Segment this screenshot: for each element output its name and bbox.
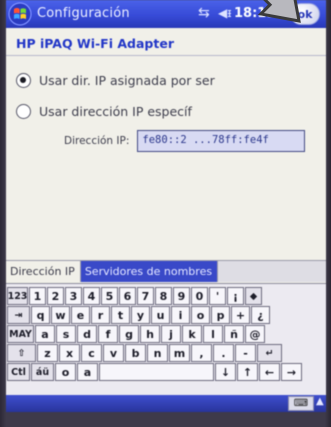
key[interactable]: 1: [29, 287, 46, 305]
key[interactable]: t: [111, 306, 130, 324]
key[interactable]: o: [191, 306, 210, 324]
key[interactable]: @: [245, 325, 265, 343]
key[interactable]: ¿: [251, 306, 270, 324]
up-arrow-key[interactable]: ↑: [237, 363, 258, 381]
key[interactable]: u: [151, 306, 170, 324]
shift-key[interactable]: ⇧: [7, 344, 36, 362]
key[interactable]: z: [37, 344, 58, 362]
ip-address-row: Dirección IP: fe80::2 ...78ff:fe4f: [64, 130, 306, 152]
pocket-pc-screen: Configuración ⇆ ◀ᵻ 18:13 ok HP iPAQ Wi-F…: [6, 0, 326, 412]
ip-address-label: Dirección IP:: [64, 135, 130, 147]
key[interactable]: i: [171, 306, 190, 324]
keyboard-row: 123 1 2 3 4 5 6 7 8 9 0 ' ¡ ◆: [6, 287, 326, 305]
key[interactable]: p: [211, 306, 230, 324]
key[interactable]: r: [91, 306, 110, 324]
radio-option-auto-ip[interactable]: Usar dir. IP asignada por ser: [16, 70, 215, 90]
key[interactable]: o: [55, 363, 76, 381]
keyboard-row: ⇧ z x c v b n m,. - ↵: [6, 344, 326, 362]
key[interactable]: a: [77, 363, 98, 381]
key[interactable]: +: [231, 306, 250, 324]
key[interactable]: 9: [173, 287, 190, 305]
soft-keyboard: 123 1 2 3 4 5 6 7 8 9 0 ' ¡ ◆ ⇥ q w e r t y u i o p + ¿ MAY a s d f g h…: [6, 283, 326, 395]
key[interactable]: j: [161, 325, 181, 343]
key[interactable]: h: [140, 325, 160, 343]
key[interactable]: d: [77, 325, 97, 343]
tab-ip-address[interactable]: Dirección IP: [6, 261, 81, 282]
clock[interactable]: 18:13: [234, 6, 275, 21]
key[interactable]: l: [203, 325, 223, 343]
key[interactable]: v: [103, 344, 124, 362]
page-title: HP iPAQ Wi-Fi Adapter: [6, 36, 326, 56]
backspace-key[interactable]: ◆: [245, 287, 262, 305]
tab-name-servers[interactable]: Servidores de nombres: [80, 261, 219, 282]
key[interactable]: a: [35, 325, 55, 343]
right-arrow-key[interactable]: →: [281, 363, 302, 381]
key[interactable]: 3: [65, 287, 82, 305]
key[interactable]: 0: [191, 287, 208, 305]
key[interactable]: ñ: [224, 325, 244, 343]
title-bar: Configuración ⇆ ◀ᵻ 18:13 ok: [6, 0, 326, 28]
down-arrow-key[interactable]: ↓: [215, 363, 236, 381]
key[interactable]: 4: [83, 287, 100, 305]
ip-address-field[interactable]: fe80::2 ...78ff:fe4f: [137, 130, 306, 152]
numeric-key[interactable]: 123: [7, 287, 28, 305]
network-icon[interactable]: ⇆: [198, 5, 210, 21]
ctrl-key[interactable]: Ctl: [7, 363, 30, 381]
key[interactable]: m: [169, 344, 190, 362]
key[interactable]: k: [182, 325, 202, 343]
tab-strip: Dirección IP Servidores de nombres: [6, 260, 326, 282]
key[interactable]: g: [119, 325, 139, 343]
key[interactable]: e: [71, 306, 90, 324]
keyboard-row: Ctl áü o a ↓ ↑ ← →: [6, 363, 326, 381]
key[interactable]: w: [51, 306, 70, 324]
key[interactable]: .: [213, 344, 234, 362]
left-arrow-key[interactable]: ←: [259, 363, 280, 381]
key[interactable]: 5: [101, 287, 118, 305]
keyboard-row: MAY a s d f g h j k l ñ @: [6, 325, 326, 343]
key[interactable]: x: [59, 344, 80, 362]
key[interactable]: q: [31, 306, 50, 324]
key[interactable]: n: [147, 344, 168, 362]
key[interactable]: 6: [119, 287, 136, 305]
device-frame: Configuración ⇆ ◀ᵻ 18:13 ok HP iPAQ Wi-F…: [0, 0, 331, 427]
key[interactable]: ,: [191, 344, 212, 362]
key[interactable]: s: [56, 325, 76, 343]
radio-label-auto-ip: Usar dir. IP asignada por ser: [39, 72, 215, 88]
keyboard-row: ⇥ q w e r t y u i o p + ¿: [6, 306, 326, 324]
key[interactable]: 7: [137, 287, 154, 305]
app-title: Configuración: [37, 6, 130, 21]
windows-flag-icon[interactable]: [8, 2, 32, 26]
key[interactable]: f: [98, 325, 118, 343]
enter-key[interactable]: ↵: [257, 344, 282, 362]
volume-icon[interactable]: ◀ᵻ: [218, 6, 232, 20]
accent-key[interactable]: áü: [31, 363, 54, 381]
key[interactable]: c: [81, 344, 102, 362]
radio-label-manual-ip: Usar dirección IP específ: [39, 103, 192, 119]
key[interactable]: -: [235, 344, 256, 362]
tab-key[interactable]: ⇥: [7, 306, 30, 324]
key[interactable]: y: [131, 306, 150, 324]
keyboard-icon[interactable]: ⌨: [288, 396, 314, 411]
key[interactable]: ': [209, 287, 226, 305]
caps-key[interactable]: MAY: [7, 325, 34, 343]
radio-button-auto-ip[interactable]: [16, 72, 31, 88]
key[interactable]: ¡: [227, 287, 244, 305]
key[interactable]: b: [125, 344, 146, 362]
chevron-up-icon[interactable]: ▲: [316, 396, 324, 407]
radio-button-manual-ip[interactable]: [16, 103, 31, 119]
key[interactable]: 2: [47, 287, 64, 305]
key[interactable]: 8: [155, 287, 172, 305]
radio-option-manual-ip[interactable]: Usar dirección IP específ: [16, 101, 192, 121]
menu-bar: ⌨ ▲: [6, 395, 326, 412]
ok-button[interactable]: ok: [290, 3, 320, 25]
space-key[interactable]: [99, 363, 214, 381]
